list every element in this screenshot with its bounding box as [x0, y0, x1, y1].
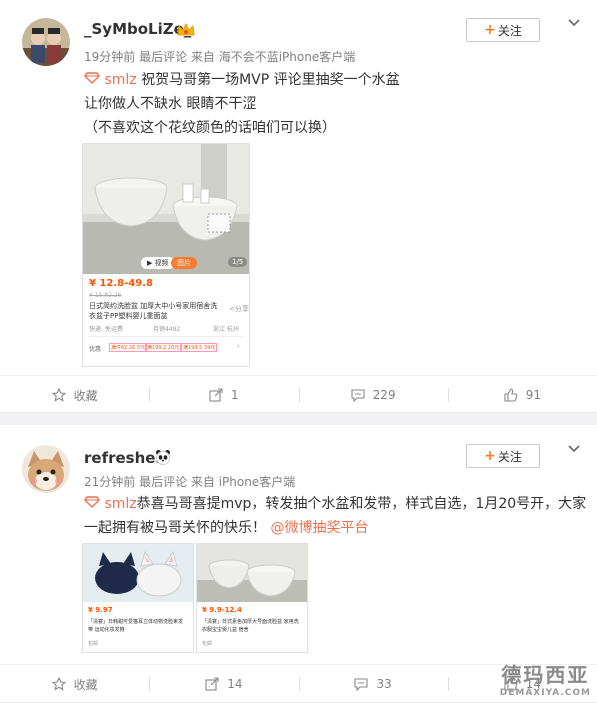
product-location: 浙江 杭州: [213, 326, 239, 333]
post-text: smlz恭喜马哥喜提mvp，转发抽个水盆和发带，样式自选，1月20号开，大家 一…: [84, 492, 587, 540]
product-image[interactable]: ¥ 9.97 「清宴」日韩甜可爱猫耳立体动物洗脸束发带 运动化妆发箍 包邮: [82, 543, 194, 653]
basin-photo: [83, 144, 249, 274]
diamond-link-icon: [84, 496, 104, 512]
site-watermark: 德玛西亚 DEMAXIYA.COM: [500, 659, 591, 698]
watermark-domain: DEMAXIYA.COM: [499, 688, 591, 698]
plus-icon: +: [484, 448, 496, 464]
divider: [89, 336, 243, 337]
repost-count: 14: [227, 677, 243, 691]
product-price: ¥ 12.8-49.8: [89, 278, 153, 289]
post-line: smlz恭喜马哥喜提mvp，转发抽个水盆和发带，样式自选，1月20号开，大家: [84, 492, 587, 516]
panda-emoji-icon: [155, 449, 171, 469]
chevron-down-icon[interactable]: [567, 442, 581, 456]
follow-label: 关注: [497, 449, 522, 464]
star-icon: [51, 677, 66, 691]
image-tag: 图片: [171, 257, 197, 269]
post-meta: 21分钟前 最后评论 来自 iPhone客户端: [84, 475, 296, 489]
image-counter: 1/5: [228, 257, 248, 267]
mention-link[interactable]: smlz: [104, 72, 136, 88]
like-count: 91: [525, 388, 542, 402]
like-button[interactable]: 91: [447, 376, 597, 414]
product-image[interactable]: ▶ 视频 图片 1/5 ¥ 12.8-49.8 ¥ 15.82.26 日式简约洗…: [82, 143, 250, 367]
product-image[interactable]: ¥ 9.9-12.4 「清宴」日式素色加厚大号面洗脸盆 家用洗衣服宝宝婴儿盆 宿…: [196, 543, 308, 653]
avatar[interactable]: [22, 445, 70, 493]
vip-crown-icon: [177, 22, 195, 42]
product-shipping: 包邮: [88, 641, 99, 647]
more-arrow-icon[interactable]: ›: [237, 342, 240, 350]
username[interactable]: _SyMboLiZe_: [84, 20, 191, 38]
lottery-link[interactable]: @微博抽奖平台: [270, 520, 368, 536]
basin-photo: [197, 544, 307, 602]
share-icon: [209, 388, 223, 402]
repost-button[interactable]: 1: [149, 376, 298, 414]
mention-link[interactable]: smlz: [104, 496, 136, 512]
headband-photo: [83, 544, 193, 602]
thumbs-up-icon: [504, 388, 518, 402]
product-price: ¥ 9.9-12.4: [202, 606, 242, 614]
product-shipping: 快递: 免运费: [89, 326, 123, 333]
weibo-post: _SyMboLiZe_ 19分钟前 最后评论 来自 海不会不蓝iPhone客户端…: [0, 0, 597, 413]
favorite-button[interactable]: 收藏: [0, 665, 149, 703]
comment-button[interactable]: 229: [298, 376, 448, 414]
post-line-2: 让你做人不缺水 眼睛不干涩: [84, 96, 257, 112]
comment-count: 229: [372, 388, 396, 402]
repost-count: 1: [231, 388, 239, 402]
follow-label: 关注: [497, 23, 522, 38]
product-price: ¥ 9.97: [88, 606, 113, 614]
comment-count: 33: [376, 677, 392, 691]
plus-icon: +: [484, 22, 496, 38]
username[interactable]: refreshes: [84, 449, 164, 467]
favorite-button[interactable]: 收藏: [0, 376, 149, 414]
post-line-3: （不喜欢这个花纹颜色的话咱们可以换）: [84, 120, 336, 136]
product-title: 日式简约洗脸盆 加厚大中小号家用宿舍洗衣盆子PP塑料婴儿重面盆: [89, 302, 218, 320]
chevron-down-icon[interactable]: [567, 16, 581, 30]
product-title: 「清宴」日韩甜可爱猫耳立体动物洗脸束发带 运动化妆发箍: [88, 619, 184, 633]
comment-icon: [354, 678, 369, 691]
star-icon: [51, 388, 66, 402]
product-orig-price: ¥ 15.82.26: [89, 292, 122, 299]
post-line-1: 恭喜马哥喜提mvp，转发抽个水盆和发带，样式自选，1月20号开，大家: [136, 496, 587, 512]
promo-tag: 优惠: [89, 346, 102, 353]
favorite-label: 收藏: [73, 677, 98, 692]
product-sales: 月销4492: [153, 326, 181, 333]
video-tag: ▶ 视频: [141, 257, 175, 269]
coupon-badge: 满件62.26 5元: [109, 343, 148, 352]
follow-button[interactable]: + 关注: [466, 18, 540, 42]
post-line: smlz 祝贺马哥第一场MVP 评论里抽奖一个水盆: [84, 68, 564, 92]
post-line: 一起拥有被马哥关怀的快乐！ @微博抽奖平台: [84, 516, 584, 540]
follow-button[interactable]: + 关注: [466, 444, 540, 468]
repost-button[interactable]: 14: [149, 665, 298, 703]
post-line-2: 一起拥有被马哥关怀的快乐！: [84, 520, 266, 536]
watermark-text: 德玛西亚: [501, 663, 590, 687]
action-bar: 收藏 1 229 91: [0, 375, 597, 414]
comment-icon: [351, 389, 365, 402]
comment-button[interactable]: 33: [298, 665, 448, 703]
coupon-badge: 满199.5 39元: [181, 343, 218, 352]
diamond-link-icon: [84, 72, 104, 88]
product-shipping: 包邮: [202, 641, 213, 647]
product-title: 「清宴」日式素色加厚大号面洗脸盆 家用洗衣服宝宝婴儿盆 宿舍: [202, 619, 299, 633]
share-mini-icon[interactable]: <分享: [229, 304, 249, 314]
coupon-badge: 满199.2 20元: [145, 343, 182, 352]
post-text: smlz 祝贺马哥第一场MVP 评论里抽奖一个水盆 让你做人不缺水 眼睛不干涩 …: [84, 68, 564, 140]
favorite-label: 收藏: [73, 388, 98, 403]
post-meta: 19分钟前 最后评论 来自 海不会不蓝iPhone客户端: [84, 50, 356, 64]
avatar[interactable]: [22, 18, 70, 66]
post-line-1: 祝贺马哥第一场MVP 评论里抽奖一个水盆: [141, 72, 400, 88]
share-icon: [205, 677, 219, 691]
